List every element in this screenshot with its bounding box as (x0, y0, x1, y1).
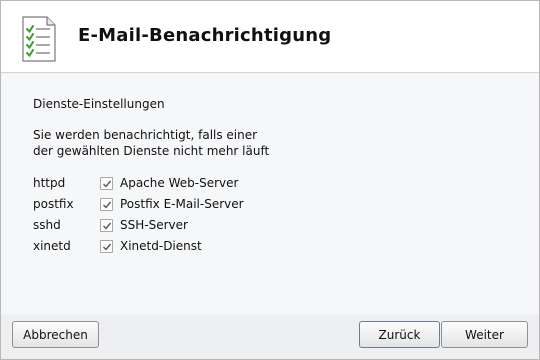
service-name: postfix (33, 197, 74, 211)
checkmark-icon (103, 243, 112, 251)
service-label: Postfix E-Mail-Server (120, 197, 244, 211)
description-line-1: Sie werden benachrichtigt, falls einer (33, 128, 258, 142)
service-row-postfix: postfix Postfix E-Mail-Server (33, 195, 333, 213)
checkmark-icon (103, 201, 112, 209)
service-name: httpd (33, 176, 66, 190)
service-row-sshd: sshd SSH-Server (33, 216, 333, 234)
service-row-httpd: httpd Apache Web-Server (33, 174, 333, 192)
service-checkbox-httpd[interactable] (100, 177, 113, 190)
service-checkbox-xinetd[interactable] (100, 240, 113, 253)
back-button[interactable]: Zurück (359, 321, 440, 348)
dialog-footer: Abbrechen Zurück Weiter (1, 315, 539, 359)
description-line-2: der gewählten Dienste nicht mehr läuft (33, 144, 270, 158)
next-button[interactable]: Weiter (441, 321, 528, 348)
dialog-content: Dienste-Einstellungen Sie werden benachr… (1, 74, 539, 314)
description-text: Sie werden benachrichtigt, falls einer d… (33, 127, 269, 159)
checkmark-icon (103, 222, 112, 230)
checkmark-icon (103, 180, 112, 188)
service-name: xinetd (33, 239, 71, 253)
checklist-icon (21, 16, 57, 62)
service-label: Xinetd-Dienst (120, 239, 202, 253)
dialog-window: E-Mail-Benachrichtigung Dienste-Einstell… (0, 0, 540, 360)
section-title: Dienste-Einstellungen (33, 97, 165, 111)
cancel-button[interactable]: Abbrechen (12, 321, 99, 348)
service-row-xinetd: xinetd Xinetd-Dienst (33, 237, 333, 255)
page-title: E-Mail-Benachrichtigung (78, 25, 332, 46)
service-label: Apache Web-Server (120, 176, 239, 190)
service-checkbox-postfix[interactable] (100, 198, 113, 211)
service-label: SSH-Server (120, 218, 188, 232)
service-checkbox-sshd[interactable] (100, 219, 113, 232)
dialog-header: E-Mail-Benachrichtigung (1, 1, 539, 73)
service-name: sshd (33, 218, 61, 232)
